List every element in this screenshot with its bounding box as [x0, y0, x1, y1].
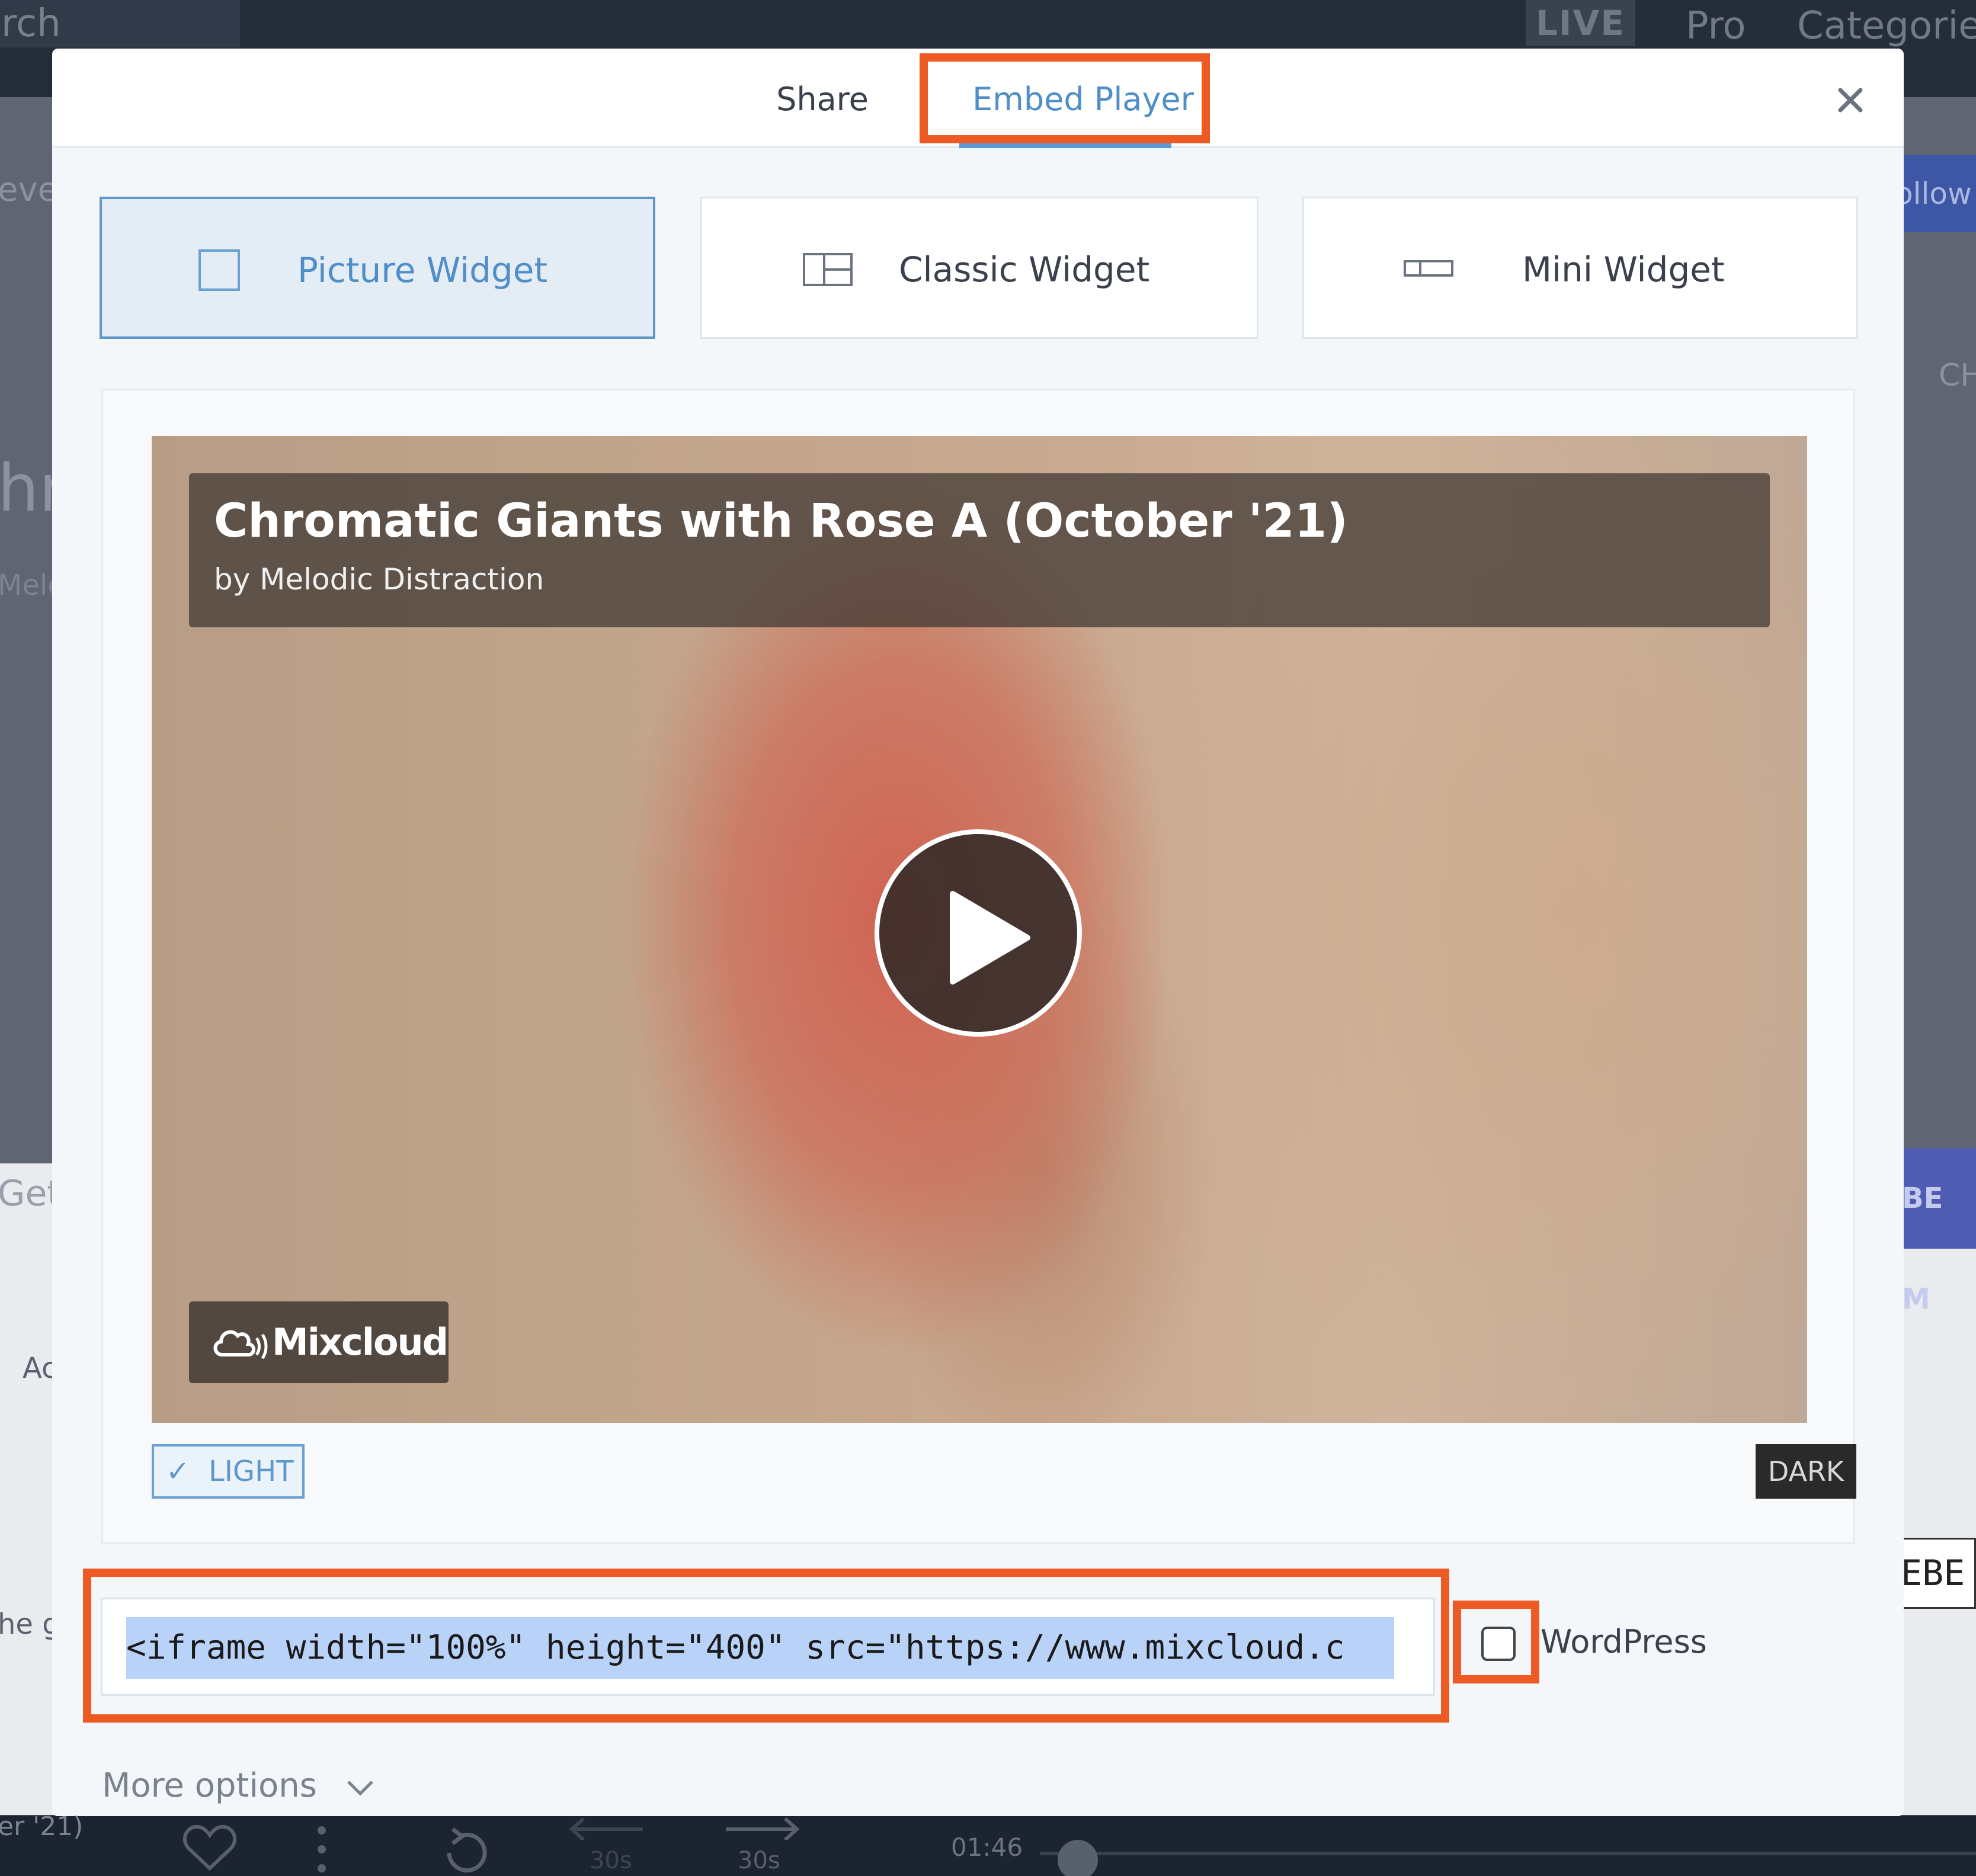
heart-icon[interactable]: [182, 1823, 237, 1873]
tab-share[interactable]: Share: [763, 49, 882, 148]
mixcloud-cloud-icon: [213, 1330, 268, 1359]
picture-widget-option[interactable]: Picture Widget: [100, 197, 655, 339]
embed-code-text[interactable]: <iframe width="100%" height="400" src="h…: [126, 1617, 1394, 1679]
more-options-toggle[interactable]: More options: [102, 1766, 375, 1805]
modal-header: Share Embed Player: [52, 49, 1904, 148]
bg-text-fragment: he g: [0, 1608, 60, 1641]
embed-modal: Share Embed Player Picture Widget Classi…: [52, 49, 1904, 1816]
classic-widget-icon: [803, 253, 853, 286]
classic-widget-option[interactable]: Classic Widget: [700, 197, 1258, 339]
wordpress-label[interactable]: WordPress: [1541, 1618, 1707, 1666]
theme-dark-button[interactable]: DARK: [1756, 1444, 1856, 1499]
show-info-overlay: Chromatic Giants with Rose A (October '2…: [189, 473, 1770, 627]
live-nav-item[interactable]: LIVE: [1526, 0, 1635, 46]
picture-widget-icon: [198, 249, 240, 291]
checkmark-icon: ✓: [166, 1455, 190, 1488]
chevron-down-icon: [347, 1781, 373, 1796]
play-icon: [950, 891, 1030, 985]
mini-widget-option[interactable]: Mini Widget: [1302, 197, 1858, 339]
more-vertical-icon[interactable]: [314, 1824, 329, 1874]
tab-embed-player[interactable]: Embed Player: [959, 49, 1208, 148]
mini-widget-label: Mini Widget: [1522, 249, 1725, 290]
nav-item-categories[interactable]: Categorie: [1797, 0, 1976, 48]
rewind-30-icon[interactable]: [566, 1816, 649, 1840]
bg-text-fragment: CH: [1939, 358, 1976, 393]
forward-30-icon[interactable]: [720, 1816, 803, 1840]
bg-text-fragment: eve: [0, 171, 59, 209]
elapsed-time: 01:46: [951, 1833, 1023, 1862]
classic-widget-label: Classic Widget: [899, 249, 1150, 290]
theme-light-label: LIGHT: [209, 1455, 294, 1488]
picture-widget-label: Picture Widget: [297, 250, 548, 290]
theme-light-button[interactable]: ✓ LIGHT: [152, 1444, 305, 1499]
seek-handle[interactable]: [1058, 1840, 1098, 1876]
nav-item-pro[interactable]: Pro: [1686, 0, 1746, 48]
mixcloud-logo[interactable]: Mixcloud: [189, 1301, 449, 1383]
show-title[interactable]: Chromatic Giants with Rose A (October '2…: [214, 495, 1348, 548]
close-icon[interactable]: [1830, 79, 1871, 121]
replay-icon[interactable]: [436, 1827, 493, 1875]
seek-track[interactable]: [1040, 1852, 1976, 1855]
more-options-label: More options: [102, 1766, 317, 1805]
forward-30-label: 30s: [738, 1847, 780, 1874]
bg-text-fragment: EBE: [1893, 1538, 1976, 1609]
bg-text-fragment: er '21): [0, 1811, 84, 1842]
bottom-player-bar: 30s 30s 01:46: [0, 1816, 1976, 1876]
site-search-input[interactable]: rch: [0, 0, 240, 47]
rewind-30-label: 30s: [590, 1847, 632, 1874]
active-tab-indicator: [959, 143, 1171, 148]
mixcloud-brand-name: Mixcloud: [272, 1320, 449, 1364]
show-artwork: Chromatic Giants with Rose A (October '2…: [152, 436, 1807, 1423]
wordpress-checkbox[interactable]: [1481, 1627, 1516, 1661]
embed-code-field[interactable]: <iframe width="100%" height="400" src="h…: [101, 1598, 1435, 1696]
play-button[interactable]: [875, 829, 1082, 1037]
mini-widget-icon: [1404, 260, 1453, 277]
show-artist[interactable]: by Melodic Distraction: [214, 562, 544, 597]
